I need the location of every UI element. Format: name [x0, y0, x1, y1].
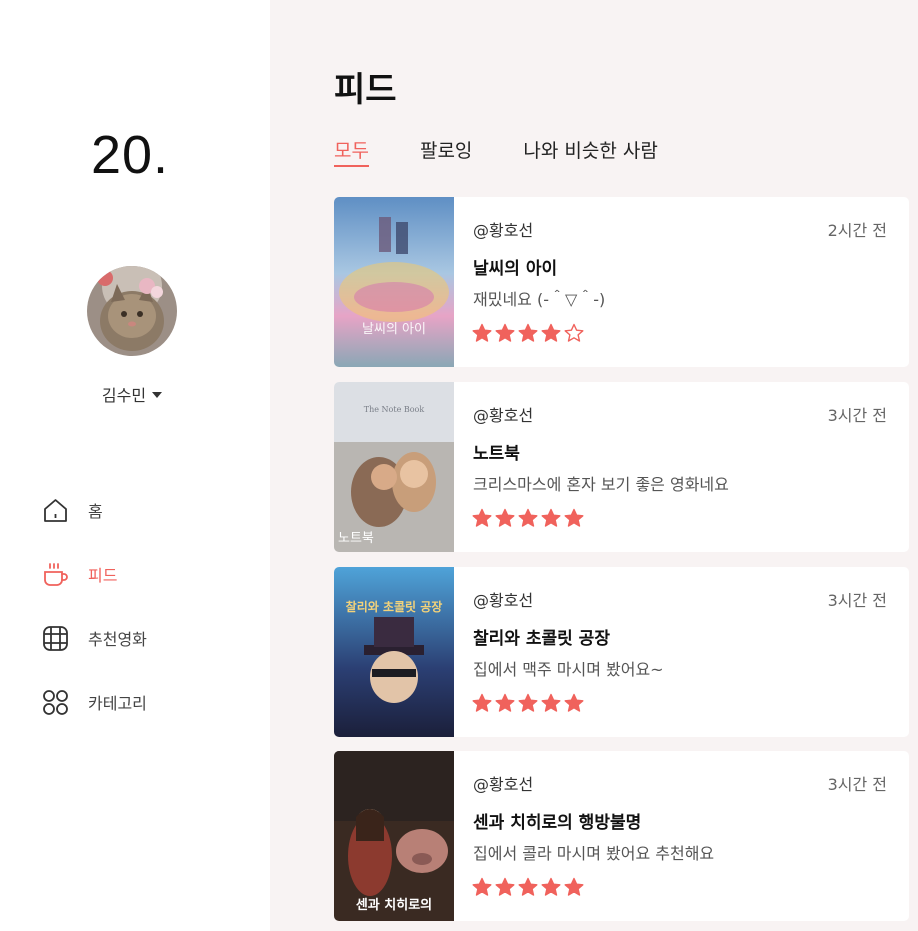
star-filled-icon: [541, 323, 561, 342]
sidebar: 20. 김수민 홈 피드 추천영화 카테고리: [0, 0, 270, 931]
star-filled-icon: [472, 877, 492, 896]
star-filled-icon: [472, 323, 492, 342]
nav-label-feed: 피드: [88, 566, 118, 585]
category-grid-icon: [42, 689, 69, 716]
star-filled-icon: [472, 693, 492, 712]
star-filled-icon: [541, 508, 561, 527]
home-icon: [42, 497, 69, 524]
star-filled-icon: [472, 508, 492, 527]
star-filled-icon: [564, 877, 584, 896]
coffee-cup-icon: [42, 561, 69, 588]
movie-title[interactable]: 센과 치히로의 행방불명: [473, 808, 641, 833]
nav-label-home: 홈: [88, 502, 103, 521]
review-text: 집에서 콜라 마시며 봤어요 추천해요: [473, 844, 715, 863]
movie-poster[interactable]: 찰리와 초콜릿 공장: [334, 567, 454, 737]
movie-title[interactable]: 날씨의 아이: [473, 254, 557, 279]
nav-item-category[interactable]: 카테고리: [42, 670, 147, 734]
feed-card[interactable]: The Note Book 노트북 @황호선 3시간 전 노트북 크리스마스에 …: [334, 382, 909, 552]
star-filled-icon: [518, 323, 538, 342]
tab-all[interactable]: 모두: [334, 136, 369, 167]
avatar[interactable]: [87, 266, 177, 356]
tab-similar-people[interactable]: 나와 비슷한 사람: [523, 136, 657, 167]
review-text: 집에서 맥주 마시며 봤어요~: [473, 660, 664, 679]
review-text: 재밌네요 (-＾▽＾-): [473, 290, 606, 309]
nav-item-feed[interactable]: 피드: [42, 542, 147, 606]
star-filled-icon: [495, 877, 515, 896]
star-filled-icon: [541, 877, 561, 896]
feed-card[interactable]: 센과 치히로의 @황호선 3시간 전 센과 치히로의 행방불명 집에서 콜라 마…: [334, 751, 909, 921]
nav-item-home[interactable]: 홈: [42, 478, 147, 542]
poster-title: 날씨의 아이: [362, 322, 426, 337]
star-rating: [472, 508, 584, 528]
star-filled-icon: [518, 877, 538, 896]
card-body: @황호선 3시간 전 센과 치히로의 행방불명 집에서 콜라 마시며 봤어요 추…: [454, 751, 909, 921]
movie-title[interactable]: 찰리와 초콜릿 공장: [473, 624, 610, 649]
movie-poster[interactable]: The Note Book 노트북: [334, 382, 454, 552]
nav-item-recommended[interactable]: 추천영화: [42, 606, 147, 670]
star-filled-icon: [518, 508, 538, 527]
poster-title: 노트북: [338, 531, 374, 546]
card-body: @황호선 3시간 전 찰리와 초콜릿 공장 집에서 맥주 마시며 봤어요~: [454, 567, 909, 737]
poster-title: 찰리와 초콜릿 공장: [346, 599, 443, 614]
nav-label-recommended: 추천영화: [88, 630, 147, 649]
feed-card[interactable]: 날씨의 아이 @황호선 2시간 전 날씨의 아이 재밌네요 (-＾▽＾-): [334, 197, 909, 367]
post-time: 3시간 전: [827, 591, 887, 610]
star-filled-icon: [518, 693, 538, 712]
feed-tabs: 모두 팔로잉 나와 비슷한 사람: [334, 136, 709, 167]
star-filled-icon: [564, 508, 584, 527]
tab-following[interactable]: 팔로잉: [420, 136, 472, 167]
star-rating: [472, 323, 584, 343]
film-icon: [42, 625, 69, 652]
review-text: 크리스마스에 혼자 보기 좋은 영화네요: [473, 475, 729, 494]
main-content: 피드 모두 팔로잉 나와 비슷한 사람 날씨의 아이 @황호선 2시간 전 날씨…: [270, 0, 918, 931]
user-menu[interactable]: 김수민: [0, 382, 264, 406]
card-body: @황호선 3시간 전 노트북 크리스마스에 혼자 보기 좋은 영화네요: [454, 382, 909, 552]
star-filled-icon: [495, 508, 515, 527]
nav-label-category: 카테고리: [88, 694, 147, 713]
svg-text:The Note Book: The Note Book: [364, 405, 425, 414]
post-time: 2시간 전: [827, 221, 887, 240]
page-title: 피드: [334, 70, 397, 110]
card-body: @황호선 2시간 전 날씨의 아이 재밌네요 (-＾▽＾-): [454, 197, 909, 367]
user-name: 김수민: [101, 386, 147, 405]
star-empty-icon: [564, 323, 584, 342]
poster-title: 센과 치히로의: [356, 897, 432, 913]
caret-down-icon: [152, 392, 163, 398]
star-filled-icon: [541, 693, 561, 712]
sidebar-nav: 홈 피드 추천영화 카테고리: [42, 478, 147, 734]
star-filled-icon: [495, 323, 515, 342]
post-time: 3시간 전: [827, 406, 887, 425]
movie-title[interactable]: 노트북: [473, 439, 520, 464]
movie-poster[interactable]: 날씨의 아이: [334, 197, 454, 367]
post-username[interactable]: @황호선: [473, 771, 533, 795]
star-filled-icon: [495, 693, 515, 712]
movie-poster[interactable]: 센과 치히로의: [334, 751, 454, 921]
star-rating: [472, 693, 584, 713]
star-rating: [472, 877, 584, 897]
post-time: 3시간 전: [827, 775, 887, 794]
feed-card[interactable]: 찰리와 초콜릿 공장 @황호선 3시간 전 찰리와 초콜릿 공장 집에서 맥주 …: [334, 567, 909, 737]
star-filled-icon: [564, 693, 584, 712]
post-username[interactable]: @황호선: [473, 402, 533, 426]
post-username[interactable]: @황호선: [473, 217, 533, 241]
brand-logo[interactable]: 20.: [0, 124, 260, 186]
post-username[interactable]: @황호선: [473, 587, 533, 611]
